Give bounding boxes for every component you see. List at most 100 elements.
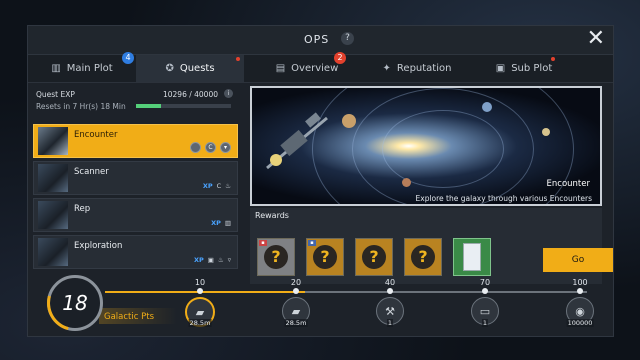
quest-item-scanner[interactable]: Scanner XP C ♨ [33, 161, 238, 195]
resource-icon: ▰ [291, 304, 301, 318]
galactic-points-circle: 18 [36, 264, 114, 342]
milestone-dot [197, 288, 203, 294]
tab-badge: 4 [122, 52, 134, 64]
milestone-track-fill [105, 291, 305, 293]
reward-item[interactable]: ? [355, 238, 393, 276]
orbit-ring [382, 110, 504, 188]
quest-exp-fill [136, 104, 161, 108]
planet-icon [402, 178, 411, 187]
reward-item[interactable]: ▪ ? [257, 238, 295, 276]
tab-badge: 2 [334, 52, 346, 64]
milestone-count: 28.5m [284, 319, 308, 327]
planet-icon [542, 128, 550, 136]
flame-icon: ♨ [217, 256, 224, 264]
quest-name: Scanner [74, 167, 109, 177]
milestone-dot [387, 288, 393, 294]
coin-icon: ◉ [575, 304, 585, 318]
window-title: OPS [304, 33, 330, 46]
resource-icon: ▰ [195, 305, 205, 319]
chevron-down-icon: ▾ [220, 142, 231, 153]
milestone-count: 28.5m [188, 319, 212, 327]
milestone-label: 20 [290, 278, 302, 287]
reward-item[interactable] [453, 238, 491, 276]
crate-icon: ▭ [479, 304, 491, 318]
planet-icon [482, 102, 492, 112]
quest-exp-bar [136, 104, 231, 108]
title-bar: OPS ? ✕ [28, 26, 613, 55]
quest-thumbnail [38, 201, 68, 229]
quest-thumbnail [38, 238, 68, 266]
milestone-count: 100000 [566, 319, 594, 327]
milestone-count: 1 [386, 319, 394, 327]
wrench-icon: ⚒ [385, 304, 395, 318]
mystery-box-icon: ? [362, 245, 386, 269]
help-icon[interactable]: ? [341, 32, 354, 45]
progress-arc [36, 264, 114, 342]
tag-c: C [216, 182, 222, 190]
close-icon[interactable]: ✕ [587, 28, 605, 50]
tab-label: Sub Plot [511, 63, 553, 74]
quest-thumbnail [38, 164, 68, 192]
milestone-dot [482, 288, 488, 294]
reward-item[interactable]: ▪ ? [306, 238, 344, 276]
quest-tags: XP ▣ ♨ ▿ [194, 256, 231, 264]
milestone-label: 40 [384, 278, 396, 287]
tab-label: Reputation [396, 63, 452, 74]
quest-banner: Encounter Explore the galaxy through var… [250, 86, 602, 206]
reset-timer: Resets in 7 Hr(s) 18 Min [36, 102, 126, 111]
tag-xp: XP [193, 256, 204, 264]
quest-tags: C ▾ [190, 142, 231, 153]
quest-name: Exploration [74, 241, 123, 251]
tab-overview[interactable]: ▤ Overview 2 [253, 52, 361, 82]
mystery-box-icon: ? [411, 245, 435, 269]
bars-icon: ▥ [224, 219, 231, 227]
target-icon: ✪ [165, 63, 174, 74]
milestone-label: 10 [194, 278, 206, 287]
galactic-points-label: Galactic Pts [104, 312, 154, 322]
galactic-progress: 18 Galactic Pts 10 20 40 70 100 ▰ ▰ ⚒ ▭ … [27, 264, 614, 342]
quest-item-exploration[interactable]: Exploration XP ▣ ♨ ▿ [33, 235, 238, 269]
list-icon: ▤ [275, 63, 286, 74]
tag-icon: ▪ [308, 240, 316, 246]
go-button[interactable]: Go [543, 248, 613, 272]
tag-xp: XP [202, 182, 213, 190]
quest-item-encounter[interactable]: Encounter C ▾ [33, 124, 238, 158]
tab-reputation[interactable]: ✦ Reputation [363, 55, 471, 82]
book-icon: ▥ [51, 63, 61, 74]
tag-icon: ▪ [259, 240, 267, 246]
reward-item[interactable]: ? [404, 238, 442, 276]
milestone-dot [577, 288, 583, 294]
quest-name: Rep [74, 204, 91, 214]
quest-name: Encounter [74, 130, 118, 140]
milestone-label: 100 [572, 278, 588, 287]
flame-icon: ♨ [225, 182, 231, 190]
milestone-count: 1 [481, 319, 489, 327]
tab-sub-plot[interactable]: ▣ Sub Plot [470, 55, 578, 82]
chevron-down-icon: ▿ [227, 256, 231, 264]
quest-exp-value: 10296 / 40000 [162, 90, 218, 99]
tab-main-plot[interactable]: ▥ Main Plot 4 [28, 52, 136, 82]
document-icon: ▣ [495, 63, 506, 74]
planet-icon [342, 114, 356, 128]
tab-bar: ▥ Main Plot 4 ✪ Quests ▤ Overview 2 ✦ Re… [28, 52, 613, 83]
quest-exp: Quest EXP 10296 / 40000 i Resets in 7 Hr… [33, 87, 238, 115]
notification-dot [551, 57, 555, 61]
planet-icon [190, 142, 201, 153]
quest-tags: XP ▥ [211, 219, 231, 227]
tab-label: Quests [179, 63, 215, 74]
tag-xp: XP [211, 219, 221, 227]
card-icon [463, 243, 481, 271]
tag-c: C [205, 142, 216, 153]
quest-item-rep[interactable]: Rep XP ▥ [33, 198, 238, 232]
tab-label: Main Plot [66, 63, 113, 74]
quest-title: Encounter [546, 179, 590, 189]
quest-tags: XP C ♨ [203, 182, 231, 190]
info-icon[interactable]: i [224, 89, 233, 98]
mystery-box-icon: ? [264, 245, 288, 269]
tab-quests[interactable]: ✪ Quests [136, 55, 244, 82]
quest-exp-label: Quest EXP [36, 90, 75, 99]
quest-description: Explore the galaxy through various Encou… [415, 194, 592, 203]
tab-label: Overview [291, 63, 339, 74]
milestone-track [105, 291, 587, 293]
quest-thumbnail [38, 127, 68, 155]
